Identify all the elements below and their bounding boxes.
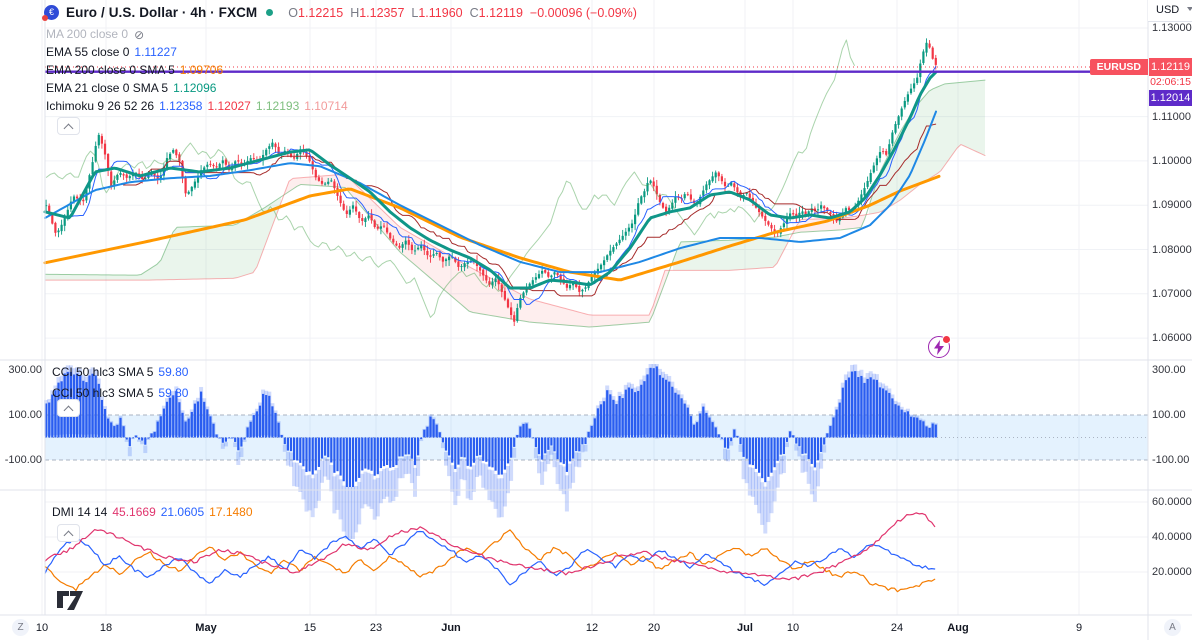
legend-value: 1.12027 <box>207 99 251 113</box>
legend-value: 59.80 <box>158 386 189 400</box>
tradingview-chart-window: € Euro / U.S. Dollar · 4h · FXCM O1.1221… <box>0 0 1192 640</box>
legend-row[interactable]: EMA 21 close 0 SMA 5 1.12096 <box>46 80 216 96</box>
time-axis-label: May <box>195 622 217 634</box>
time-axis-label: Jul <box>737 622 753 634</box>
price-axis-label: 1.08000 <box>1152 243 1192 256</box>
legend-label[interactable]: EMA 55 close 0 <box>46 45 129 59</box>
ohlc-key: O <box>288 5 298 20</box>
notification-dot <box>942 335 951 344</box>
legend-label[interactable]: CCI 50 hlc3 SMA 5 <box>52 365 153 379</box>
price-axis-label: -100.00 <box>1152 454 1190 466</box>
time-axis-label: 15 <box>303 622 317 634</box>
price-scale-unit-label: USD <box>1156 4 1180 16</box>
time-axis-label: Aug <box>947 622 969 634</box>
change-value: −0.00096 (−0.09%) <box>529 5 637 20</box>
ohlc-value: 1.12357 <box>359 5 405 20</box>
price-axis-label: 1.06000 <box>1152 332 1192 345</box>
legend-value: 1.12193 <box>255 99 300 113</box>
legend-row[interactable]: EMA 55 close 0 1.11227 <box>46 44 177 60</box>
collapse-dmi-pane-button[interactable] <box>57 524 80 542</box>
symbol-logo-icon: € <box>42 5 59 21</box>
legend-label[interactable]: Ichimoku 9 26 52 26 <box>46 99 154 113</box>
cci-left-axis-label: -100.00 <box>4 454 42 466</box>
legend-label[interactable]: MA 200 close 0 <box>46 27 128 41</box>
ohlc-key: C <box>469 5 479 20</box>
ohlc-value: 1.12215 <box>298 5 344 20</box>
legend-value: 1.09706 <box>179 63 224 77</box>
legend-row[interactable]: CCI 50 hlc3 SMA 5 59.80 <box>52 364 188 380</box>
price-axis-label: 40.0000 <box>1152 531 1192 543</box>
price-axis-label: 1.13000 <box>1152 22 1192 34</box>
collapse-cci-pane-button[interactable] <box>57 399 80 417</box>
legend-value: 1.12358 <box>159 99 203 113</box>
bar-countdown: 02:06:15 <box>1150 76 1191 88</box>
price-axis-label: 1.09000 <box>1152 199 1192 212</box>
ohlc-key: H <box>350 5 360 20</box>
time-axis-label: 23 <box>369 622 383 634</box>
ohlc-value: 1.12119 <box>478 5 523 20</box>
legend-row[interactable]: EMA 200 close 0 SMA 5 1.09706 <box>46 62 223 78</box>
market-status-icon[interactable] <box>266 9 274 16</box>
legend-value: 1.10714 <box>304 99 348 113</box>
legend-value: 59.80 <box>158 365 189 379</box>
time-axis-label: 20 <box>647 622 661 634</box>
price-scale-unit-button[interactable]: USD <box>1148 0 1192 22</box>
time-axis-label: Jun <box>441 622 461 634</box>
price-axis-label: 20.0000 <box>1152 566 1192 578</box>
ohlc-value: 1.11960 <box>418 5 463 20</box>
legend-row[interactable]: DMI 14 14 45.1669 21.0605 17.1480 <box>52 504 253 520</box>
cci-left-axis-label: 100.00 <box>8 409 42 421</box>
cci-left-axis-label: 300.00 <box>8 364 42 376</box>
last-price-box: 1.12119 <box>1149 58 1192 76</box>
legend-row[interactable]: MA 200 close 0 ⊘ <box>46 26 144 42</box>
collapse-main-pane-button[interactable] <box>57 117 80 135</box>
horizontal-line-price-box: 1.12014 <box>1149 90 1192 106</box>
symbol-header[interactable]: € Euro / U.S. Dollar · 4h · FXCM O1.1221… <box>42 5 637 21</box>
time-axis-label: 18 <box>99 622 113 634</box>
price-axis-label: 1.10000 <box>1152 154 1192 167</box>
price-axis-label: 60.0000 <box>1152 496 1192 508</box>
legend-value: 45.1669 <box>112 505 156 519</box>
timezone-button[interactable]: Z <box>12 619 29 636</box>
legend-label[interactable]: EMA 21 close 0 SMA 5 <box>46 81 168 95</box>
price-axis-label: 1.11000 <box>1152 110 1191 123</box>
chevron-down-icon <box>1187 7 1192 11</box>
lightning-mode-button[interactable] <box>928 335 951 358</box>
hidden-eye-icon[interactable]: ⊘ <box>134 27 144 43</box>
legend-value: 1.12096 <box>173 81 217 95</box>
time-axis-label: 9 <box>1075 622 1083 634</box>
price-axis-label: 300.00 <box>1152 364 1186 376</box>
time-axis-label: 24 <box>890 622 904 634</box>
symbol-title[interactable]: Euro / U.S. Dollar · 4h · FXCM <box>66 5 257 20</box>
legend-row[interactable]: Ichimoku 9 26 52 26 1.12358 1.12027 1.12193… <box>46 98 348 114</box>
legend-label[interactable]: EMA 200 close 0 SMA 5 <box>46 63 175 77</box>
legend-label[interactable]: CCI 50 hlc3 SMA 5 <box>52 386 153 400</box>
price-axis-label: 1.07000 <box>1152 287 1192 300</box>
ohlc-values: O1.12215 H1.12357 L1.11960 C1.12119 −0.00096… <box>288 6 637 20</box>
chart-canvas[interactable] <box>0 0 1192 640</box>
time-axis-label: 10 <box>786 622 800 634</box>
symbol-price-badge: EURUSD <box>1089 59 1148 75</box>
legend-value: 1.11227 <box>134 45 177 59</box>
time-axis-label: 12 <box>585 622 599 634</box>
time-axis-label: 10 <box>35 622 49 634</box>
legend-value: 21.0605 <box>160 505 205 519</box>
price-axis-label: 100.00 <box>1152 409 1186 421</box>
tradingview-logo[interactable] <box>56 590 84 616</box>
auto-scale-button[interactable]: A <box>1164 619 1181 636</box>
legend-label[interactable]: DMI 14 14 <box>52 505 107 519</box>
legend-value: 17.1480 <box>209 505 253 519</box>
